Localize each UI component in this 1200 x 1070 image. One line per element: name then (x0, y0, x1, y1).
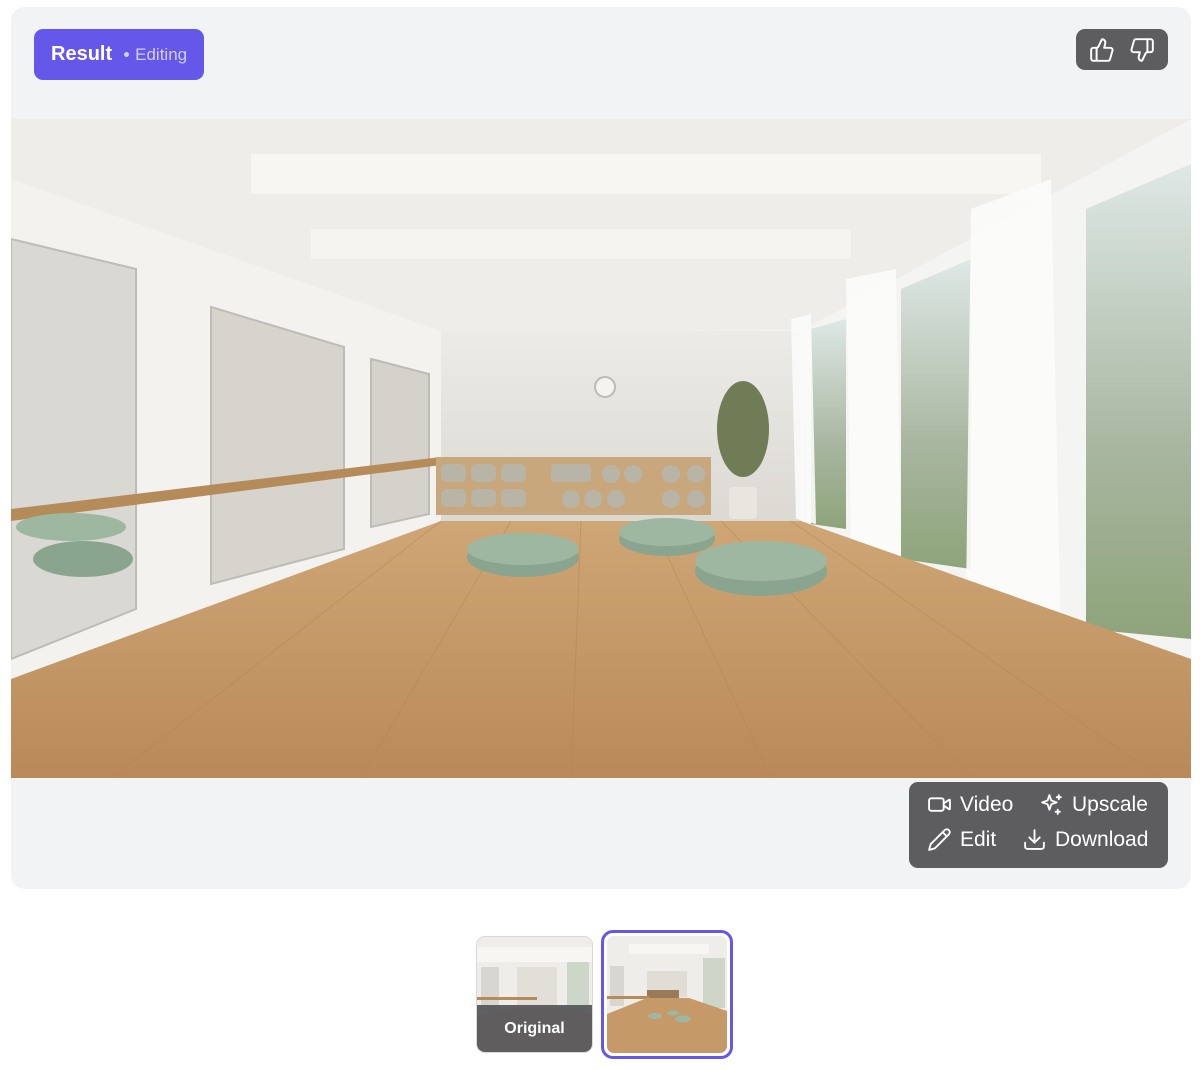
upscale-label: Upscale (1072, 792, 1148, 816)
result-card: Result Editing Video Upscale Edit Downlo… (11, 7, 1191, 889)
original-label: Original (477, 1005, 592, 1052)
edit-label: Edit (960, 827, 997, 851)
feedback-group (1076, 29, 1168, 70)
editing-status: Editing (124, 45, 187, 65)
sparkles-icon (1041, 794, 1062, 815)
result-badge: Result Editing (34, 29, 205, 80)
thumbnail-result-selected[interactable] (601, 930, 733, 1059)
thumbs-up-icon[interactable] (1089, 37, 1115, 63)
studio-photo (11, 119, 1191, 778)
pencil-icon (928, 828, 951, 851)
upscale-button[interactable]: Upscale (1039, 792, 1148, 817)
thumbnail-original[interactable]: Original (476, 936, 593, 1053)
download-icon (1024, 829, 1045, 850)
video-camera-icon (928, 797, 951, 812)
video-button[interactable]: Video (927, 792, 1013, 817)
thumbs-down-icon[interactable] (1129, 37, 1155, 63)
action-panel: Video Upscale Edit Download (909, 782, 1168, 868)
status-dot (124, 52, 130, 57)
edit-button[interactable]: Edit (927, 827, 996, 852)
download-button[interactable]: Download (1022, 827, 1148, 852)
result-label: Result (51, 43, 113, 65)
result-thumbnail-frame (607, 936, 727, 1053)
result-thumbnail-image (607, 936, 727, 1053)
result-image[interactable] (11, 119, 1191, 778)
video-label: Video (960, 792, 1014, 816)
thumbnail-strip: Original (0, 930, 1200, 1060)
download-label: Download (1055, 827, 1149, 851)
status-label: Editing (135, 44, 188, 64)
